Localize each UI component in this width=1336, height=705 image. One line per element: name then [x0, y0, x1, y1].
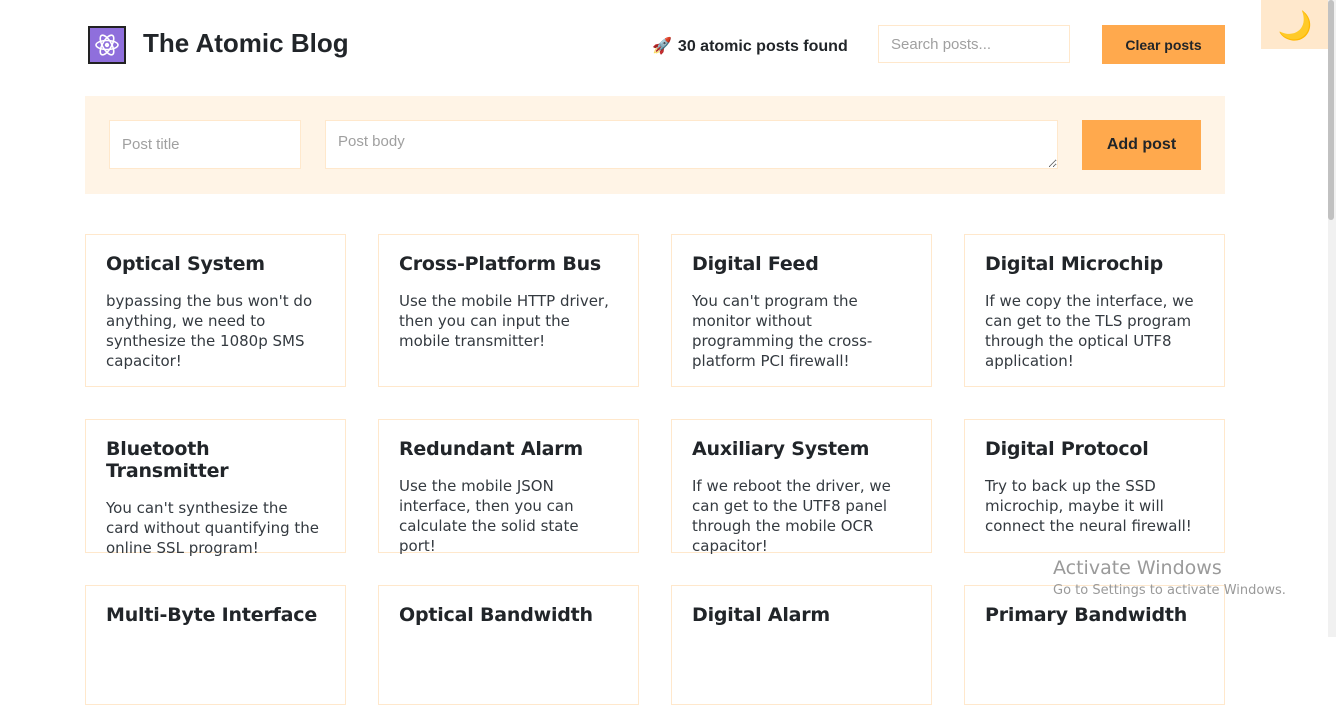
post-title: Digital Feed	[692, 253, 819, 275]
post-body: If we copy the interface, we can get to …	[985, 292, 1194, 370]
post-card: Cross-Platform Bus Use the mobile HTTP dr…	[378, 234, 639, 387]
posts-grid: Optical System bypassing the bus won't do…	[85, 234, 1225, 705]
post-body-input[interactable]	[325, 120, 1058, 169]
post-card: Digital Microchip If we copy the interfac…	[964, 234, 1225, 387]
search-input[interactable]	[878, 25, 1070, 63]
post-body: Use the mobile JSON interface, then you …	[399, 477, 579, 555]
add-post-button[interactable]: Add post	[1082, 120, 1201, 170]
post-card: Multi-Byte Interface	[85, 585, 346, 705]
posts-count: 🚀 30 atomic posts found	[652, 36, 848, 56]
moon-icon[interactable]: 🌙	[1261, 0, 1329, 49]
post-title: Bluetooth Transmitter	[106, 438, 229, 482]
post-title-input[interactable]	[109, 120, 301, 169]
vertical-scrollbar[interactable]	[1328, 0, 1336, 637]
post-title: Optical Bandwidth	[399, 604, 593, 626]
post-body: You can't synthesize the card without qu…	[106, 499, 320, 557]
post-card: Auxiliary System If we reboot the driver,…	[671, 419, 932, 555]
post-title: Digital Protocol	[985, 438, 1149, 460]
post-card: Redundant Alarm Use the mobile JSON inter…	[378, 419, 639, 555]
post-card: Optical System bypassing the bus won't do…	[85, 234, 346, 387]
post-card: Primary Bandwidth	[964, 585, 1225, 705]
post-body: bypassing the bus won't do anything, we …	[106, 292, 313, 370]
clear-posts-button[interactable]: Clear posts	[1102, 25, 1225, 64]
add-post-form: Add post	[85, 96, 1225, 194]
post-body: Try to back up the SSD microchip, maybe …	[985, 477, 1192, 535]
post-body: You can't program the monitor without pr…	[692, 292, 873, 370]
post-card: Optical Bandwidth	[378, 585, 639, 705]
post-title: Auxiliary System	[692, 438, 870, 460]
posts-count-text: 30 atomic posts found	[677, 38, 848, 55]
rocket-icon: 🚀	[652, 38, 672, 55]
post-title: Optical System	[106, 253, 265, 275]
post-title: Primary Bandwidth	[985, 604, 1188, 626]
atom-icon	[88, 26, 126, 64]
post-title: Cross-Platform Bus	[399, 253, 602, 275]
post-card: Digital Feed You can't program the monito…	[671, 234, 932, 387]
post-card: Bluetooth Transmitter You can't synthesiz…	[85, 419, 346, 557]
post-title: Multi-Byte Interface	[106, 604, 318, 626]
blog-title: The Atomic Blog	[143, 28, 349, 58]
post-title: Digital Alarm	[692, 604, 831, 626]
post-card: Digital Alarm	[671, 585, 932, 705]
post-card: Digital Protocol Try to back up the SSD m…	[964, 419, 1225, 553]
post-title: Redundant Alarm	[399, 438, 584, 460]
post-title: Digital Microchip	[985, 253, 1164, 275]
scrollbar-thumb[interactable]	[1328, 0, 1334, 220]
app-header: The Atomic Blog 🚀 30 atomic posts found C…	[88, 24, 1225, 68]
post-body: If we reboot the driver, we can get to t…	[692, 477, 891, 555]
post-body: Use the mobile HTTP driver, then you can…	[399, 292, 609, 350]
